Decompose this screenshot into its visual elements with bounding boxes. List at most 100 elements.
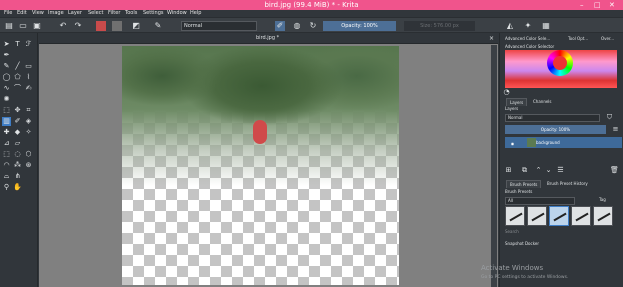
- pattern-swatch[interactable]: [112, 21, 122, 31]
- save-icon[interactable]: ▣: [32, 21, 42, 31]
- add-layer-icon[interactable]: ⊞: [504, 166, 513, 175]
- workspace-icon[interactable]: ▦: [541, 21, 551, 31]
- multibrush-icon[interactable]: ✺: [2, 95, 11, 104]
- menu-file[interactable]: File: [4, 10, 12, 17]
- menu-layer[interactable]: Layer: [68, 10, 82, 17]
- reload-preset-icon[interactable]: ↻: [308, 21, 318, 31]
- redo-icon[interactable]: ↷: [73, 21, 83, 31]
- minimize-button[interactable]: –: [580, 0, 584, 10]
- preserve-alpha-icon[interactable]: ◍: [292, 21, 302, 31]
- wrap-icon[interactable]: ✦: [523, 21, 533, 31]
- bezier-tool-icon[interactable]: ∿: [2, 84, 11, 93]
- ellipse-tool-icon[interactable]: ◯: [2, 73, 11, 82]
- layer-blend-select[interactable]: Normal: [505, 114, 600, 122]
- assistant-tool-icon[interactable]: ✧: [24, 128, 33, 137]
- layer-row[interactable]: ◉ background: [505, 137, 622, 148]
- line-tool-icon[interactable]: ╱: [13, 62, 22, 71]
- smart-patch-icon[interactable]: ✚: [2, 128, 11, 137]
- reference-tool-icon[interactable]: ▱: [13, 139, 22, 148]
- brush-preset[interactable]: [593, 206, 613, 226]
- tab-tool-options[interactable]: Tool Opt...: [568, 36, 588, 41]
- measure-tool-icon[interactable]: ⊿: [2, 139, 11, 148]
- close-button[interactable]: ✕: [609, 0, 615, 10]
- freehand-brush-icon[interactable]: ✎: [2, 62, 11, 71]
- fg-bg-color-icon[interactable]: ◩: [131, 21, 141, 31]
- filter-icon[interactable]: ⛉: [605, 113, 614, 122]
- layer-options-icon[interactable]: ≡: [611, 125, 620, 134]
- layer-opacity-slider[interactable]: Opacity: 100%: [505, 125, 606, 134]
- color-wheel[interactable]: [547, 50, 573, 76]
- magnetic-select-icon[interactable]: ⋔: [13, 172, 22, 181]
- rect-select-icon[interactable]: ⬚: [2, 150, 11, 159]
- brush-preset-icon[interactable]: ✎: [153, 21, 163, 31]
- menu-select[interactable]: Select: [88, 10, 103, 17]
- delete-layer-icon[interactable]: 🗑: [610, 166, 619, 175]
- open-document-icon[interactable]: ▭: [18, 21, 28, 31]
- menu-image[interactable]: Image: [48, 10, 64, 17]
- color-triangle[interactable]: [553, 56, 567, 70]
- brush-preset[interactable]: [527, 206, 547, 226]
- color-picker-icon[interactable]: ✐: [13, 117, 22, 126]
- vertical-scrollbar[interactable]: [491, 45, 497, 287]
- menu-tools[interactable]: Tools: [125, 10, 137, 17]
- menu-settings[interactable]: Settings: [143, 10, 164, 17]
- brush-preset[interactable]: [549, 206, 569, 226]
- tab-layers[interactable]: Layers: [506, 98, 528, 106]
- colorize-mask-icon[interactable]: ◈: [24, 117, 33, 126]
- rectangle-tool-icon[interactable]: ▭: [24, 62, 33, 71]
- tab-brush-presets[interactable]: Brush Presets: [506, 180, 542, 188]
- polygon-tool-icon[interactable]: ⬠: [13, 73, 22, 82]
- tab-overview[interactable]: Over...: [601, 36, 614, 41]
- color-settings-icon[interactable]: ◔: [502, 88, 511, 97]
- duplicate-layer-icon[interactable]: ⧉: [520, 166, 529, 175]
- move-layer-up-icon[interactable]: ⌃: [534, 166, 543, 175]
- ellipse-select-icon[interactable]: ◌: [13, 150, 22, 159]
- contiguous-select-icon[interactable]: ⁂: [13, 161, 22, 170]
- polyline-tool-icon[interactable]: ⌇: [24, 73, 33, 82]
- tab-advanced-color[interactable]: Advanced Color Sele...: [505, 36, 550, 41]
- new-document-icon[interactable]: ▤: [4, 21, 14, 31]
- menu-view[interactable]: View: [32, 10, 44, 17]
- canvas-area[interactable]: bird.jpg * ×: [39, 33, 498, 287]
- blend-mode-select[interactable]: Normal: [181, 21, 257, 31]
- tab-channels[interactable]: Channels: [530, 98, 555, 105]
- brush-preset[interactable]: [571, 206, 591, 226]
- zoom-tool-icon[interactable]: ⚲: [2, 183, 11, 192]
- maximize-button[interactable]: □: [594, 0, 601, 10]
- move-tool-icon[interactable]: ✥: [13, 106, 22, 115]
- edit-shapes-icon[interactable]: ℱ: [24, 40, 33, 49]
- close-tab-icon[interactable]: ×: [489, 33, 494, 44]
- undo-icon[interactable]: ↶: [58, 21, 68, 31]
- brush-search-input[interactable]: Search: [505, 229, 519, 235]
- bezier-select-icon[interactable]: ⌓: [2, 172, 11, 181]
- brush-filter-select[interactable]: All: [505, 197, 575, 205]
- eraser-mode-icon[interactable]: ✐: [275, 21, 285, 31]
- size-slider[interactable]: Size: 576.00 px: [404, 21, 475, 31]
- move-layer-down-icon[interactable]: ⌄: [544, 166, 553, 175]
- canvas-image[interactable]: [122, 46, 399, 285]
- menu-filter[interactable]: Filter: [108, 10, 120, 17]
- menu-window[interactable]: Window: [167, 10, 187, 17]
- brush-preset[interactable]: [505, 206, 525, 226]
- outline-select-icon[interactable]: ◠: [2, 161, 11, 170]
- gradient-swatch[interactable]: [96, 21, 106, 31]
- opacity-slider[interactable]: Opacity: 100%: [323, 21, 396, 31]
- tab-brush-history[interactable]: Brush Preset History: [544, 180, 591, 187]
- text-tool-icon[interactable]: T: [13, 40, 22, 49]
- document-tab[interactable]: bird.jpg * ×: [39, 33, 498, 44]
- dynamic-brush-icon[interactable]: ✍: [24, 84, 33, 93]
- freehand-path-icon[interactable]: ⌒: [13, 84, 22, 93]
- layer-properties-icon[interactable]: ☰: [556, 166, 565, 175]
- menu-edit[interactable]: Edit: [17, 10, 27, 17]
- visibility-eye-icon[interactable]: ◉: [508, 138, 517, 147]
- polygon-select-icon[interactable]: ⬡: [24, 150, 33, 159]
- pan-tool-icon[interactable]: ✋: [13, 183, 22, 192]
- gradient-tool-icon[interactable]: ▥: [2, 117, 11, 126]
- transform-tool-icon[interactable]: ⬚: [2, 106, 11, 115]
- fill-tool-icon[interactable]: ◆: [13, 128, 22, 137]
- menu-help[interactable]: Help: [190, 10, 201, 17]
- mirror-icon[interactable]: ◭: [505, 21, 515, 31]
- similar-select-icon[interactable]: ⊛: [24, 161, 33, 170]
- crop-tool-icon[interactable]: ⌗: [24, 106, 33, 115]
- select-shapes-icon[interactable]: ➤: [2, 40, 11, 49]
